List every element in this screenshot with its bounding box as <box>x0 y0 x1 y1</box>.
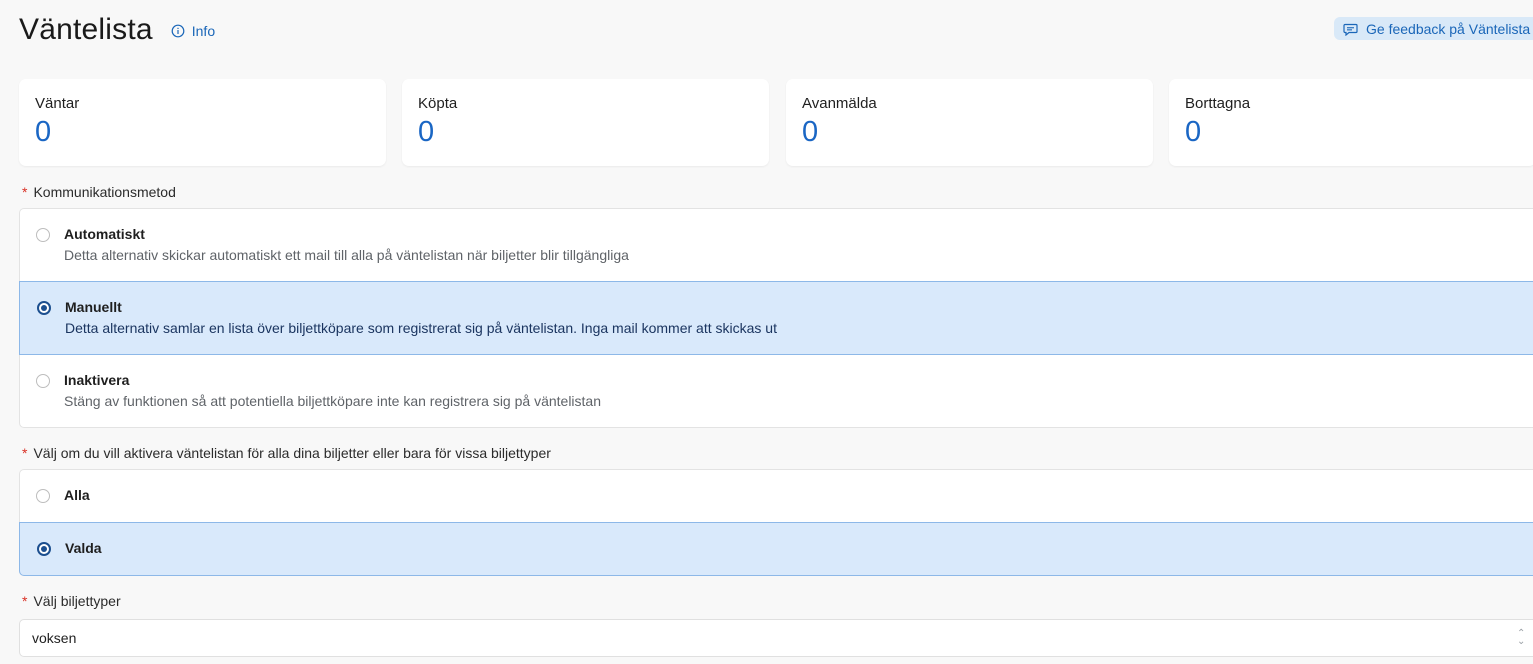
scope-group: Alla Valda <box>19 469 1533 576</box>
option-title: Inaktivera <box>64 372 130 388</box>
stat-value: 0 <box>35 116 52 148</box>
required-mark: * <box>22 184 28 200</box>
required-mark: * <box>22 445 28 461</box>
stat-label: Borttagna <box>1185 95 1251 112</box>
option-title: Manuellt <box>65 299 122 315</box>
option-title: Alla <box>64 487 90 503</box>
select-arrows-icon: ⌃ ⌄ <box>1517 628 1526 647</box>
option-description: Detta alternativ samlar en lista över bi… <box>65 320 777 336</box>
scope-label: * Välj om du vill aktivera väntelistan f… <box>22 445 551 461</box>
radio-all[interactable] <box>36 489 50 503</box>
option-manual[interactable]: Manuellt Detta alternativ samlar en list… <box>19 281 1533 355</box>
stat-label: Väntar <box>35 95 80 112</box>
radio-manual[interactable] <box>37 301 51 315</box>
info-link[interactable]: Info <box>171 23 215 39</box>
stat-card-unsubscribed: Avanmälda 0 <box>786 79 1153 166</box>
page-header: Väntelista Info <box>19 10 215 50</box>
stat-card-removed: Borttagna 0 <box>1169 79 1533 166</box>
option-selected[interactable]: Valda <box>19 522 1533 576</box>
radio-disable[interactable] <box>36 374 50 388</box>
option-title: Automatiskt <box>64 226 145 242</box>
feedback-label: Ge feedback på Väntelista <box>1366 20 1531 37</box>
communication-method-label: * Kommunikationsmetod <box>22 184 176 200</box>
stat-value: 0 <box>802 116 819 148</box>
stat-label: Köpta <box>418 95 458 112</box>
stat-value: 0 <box>418 116 435 148</box>
ticket-types-label: * Välj biljettyper <box>22 593 121 609</box>
communication-method-group: Automatiskt Detta alternativ skickar aut… <box>19 208 1533 428</box>
radio-automatic[interactable] <box>36 228 50 242</box>
ticket-types-value: voksen <box>32 630 77 646</box>
page-title: Väntelista <box>19 13 153 46</box>
ticket-types-select[interactable]: voksen ⌃ ⌄ <box>19 619 1533 657</box>
option-all[interactable]: Alla <box>19 470 1533 523</box>
stat-value: 0 <box>1185 116 1202 148</box>
ticket-types-text: Välj biljettyper <box>33 593 121 609</box>
option-disable[interactable]: Inaktivera Stäng av funktionen så att po… <box>19 355 1533 428</box>
stat-label: Avanmälda <box>802 95 877 112</box>
info-label: Info <box>191 23 216 39</box>
info-icon <box>171 24 185 38</box>
option-description: Stäng av funktionen så att potentiella b… <box>64 393 601 409</box>
communication-method-text: Kommunikationsmetod <box>33 184 176 200</box>
option-title: Valda <box>65 540 102 556</box>
feedback-button[interactable]: Ge feedback på Väntelista <box>1334 17 1533 40</box>
scope-text: Välj om du vill aktivera väntelistan för… <box>33 445 551 461</box>
option-automatic[interactable]: Automatiskt Detta alternativ skickar aut… <box>19 209 1533 282</box>
stat-card-purchased: Köpta 0 <box>402 79 769 166</box>
required-mark: * <box>22 593 28 609</box>
radio-selected[interactable] <box>37 542 51 556</box>
stat-card-waiting: Väntar 0 <box>19 79 386 166</box>
chat-bubble-icon <box>1343 23 1358 36</box>
option-description: Detta alternativ skickar automatiskt ett… <box>64 247 629 263</box>
